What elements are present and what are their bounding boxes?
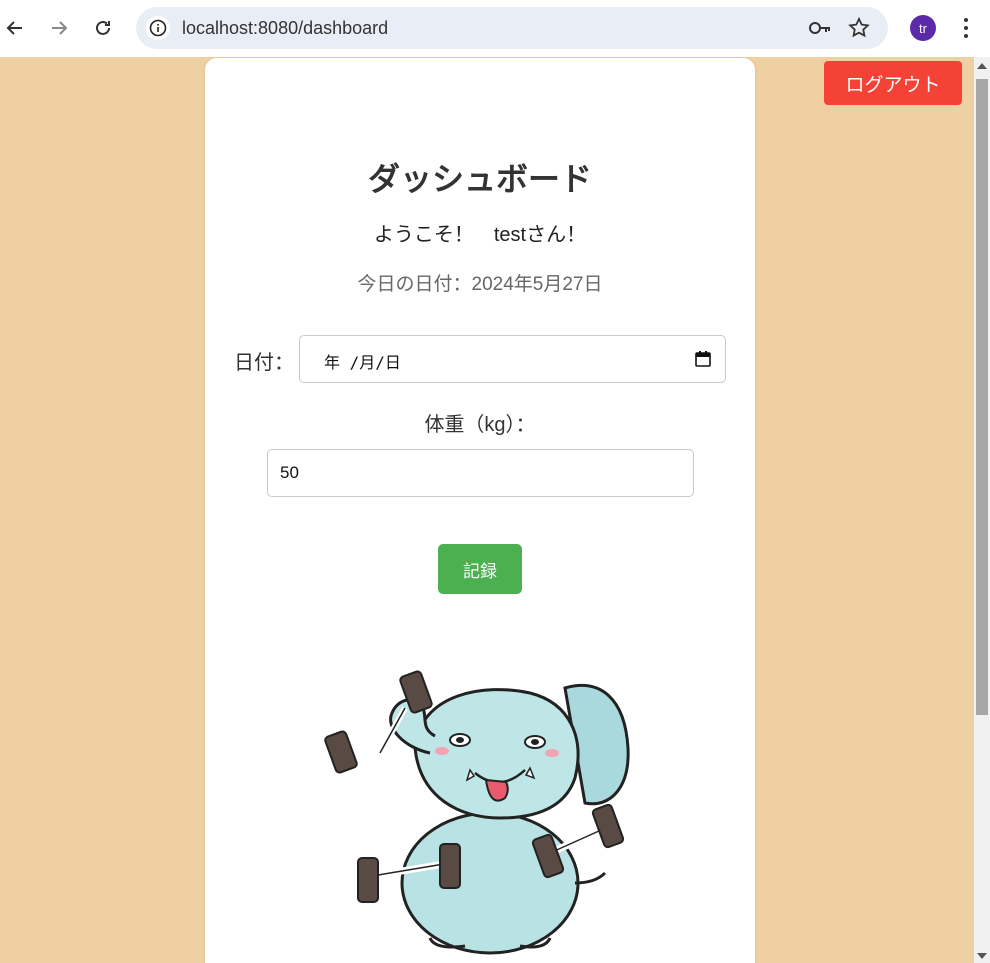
- date-field[interactable]: 年 /月/日: [299, 335, 726, 383]
- logout-button[interactable]: ログアウト: [824, 61, 962, 105]
- today-date: 今日の日付：2024年5月27日: [357, 274, 603, 295]
- scroll-thumb[interactable]: [976, 79, 988, 715]
- weight-field[interactable]: 50: [267, 449, 694, 497]
- profile-avatar[interactable]: tr: [910, 15, 936, 41]
- date-label: 日付：: [234, 352, 294, 374]
- back-arrow-icon[interactable]: [1, 14, 29, 42]
- bookmark-star-icon[interactable]: [847, 16, 871, 40]
- reload-icon[interactable]: [89, 14, 117, 42]
- browser-menu-icon[interactable]: [956, 15, 976, 41]
- site-info-icon[interactable]: [146, 16, 170, 40]
- scroll-up-icon[interactable]: [977, 63, 987, 69]
- record-button[interactable]: 記録: [438, 544, 522, 594]
- dashboard-card: ダッシュボード ようこそ！ testさん！ 今日の日付：2024年5月27日 日…: [205, 58, 755, 963]
- welcome-message: ようこそ！ testさん！: [373, 224, 587, 246]
- key-icon[interactable]: [808, 17, 832, 39]
- weight-field-value[interactable]: 50: [280, 463, 299, 483]
- scroll-down-icon[interactable]: [977, 953, 987, 959]
- page-viewport: ダッシュボード ようこそ！ testさん！ 今日の日付：2024年5月27日 日…: [0, 57, 974, 963]
- date-field-value[interactable]: 年 /月/日: [324, 349, 401, 373]
- page-scrollbar[interactable]: [974, 57, 990, 963]
- address-bar[interactable]: localhost:8080/dashboard: [136, 7, 888, 49]
- forward-arrow-icon[interactable]: [45, 14, 73, 42]
- avatar-initials: tr: [919, 20, 927, 36]
- elephant-mascot-icon: [324, 670, 630, 955]
- weight-label: 体重（kg）：: [424, 414, 536, 436]
- page-title: ダッシュボード: [367, 161, 592, 197]
- calendar-icon[interactable]: [695, 351, 711, 367]
- browser-toolbar: localhost:8080/dashboard tr: [0, 0, 990, 57]
- url-text[interactable]: localhost:8080/dashboard: [182, 18, 388, 39]
